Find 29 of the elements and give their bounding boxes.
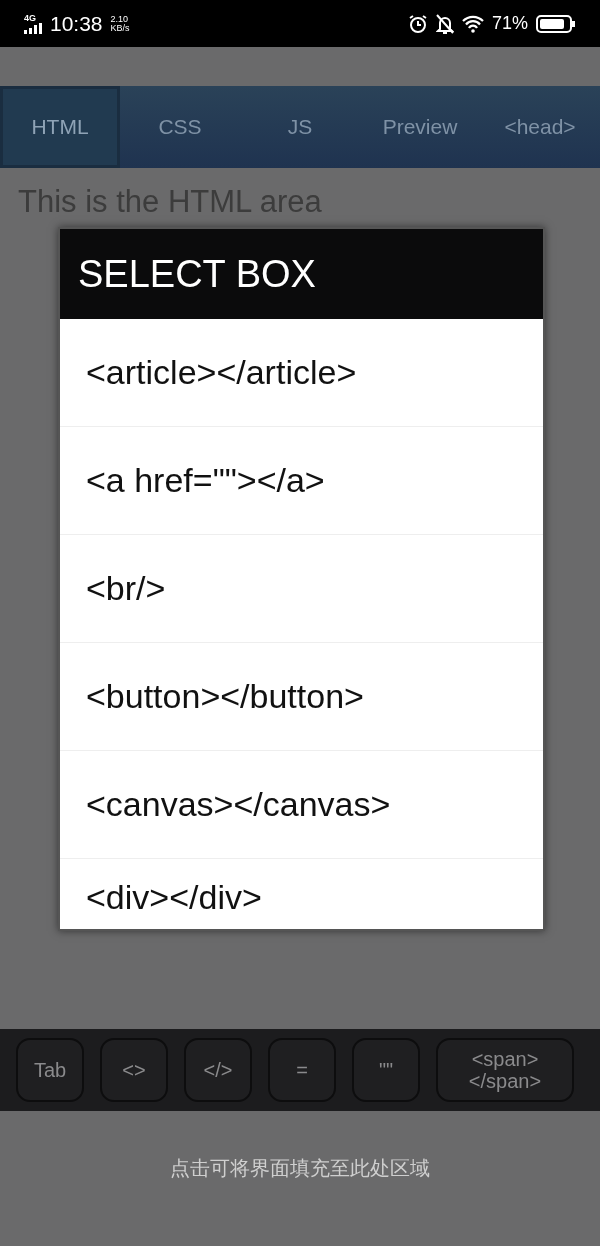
select-option[interactable]: <article></article>: [60, 319, 543, 427]
speed-unit: KB/s: [110, 23, 130, 33]
select-option[interactable]: <canvas></canvas>: [60, 751, 543, 859]
tab[interactable]: Preview: [360, 86, 480, 168]
tab[interactable]: CSS: [120, 86, 240, 168]
wifi-icon: [461, 14, 484, 33]
select-option[interactable]: <button></button>: [60, 643, 543, 751]
select-option[interactable]: <a href=""></a>: [60, 427, 543, 535]
key-button[interactable]: "": [352, 1038, 420, 1102]
select-option[interactable]: <div></div>: [60, 859, 543, 929]
select-option[interactable]: <br/>: [60, 535, 543, 643]
key-button[interactable]: <>: [100, 1038, 168, 1102]
network-type-label: 4G: [24, 13, 36, 23]
network-speed: 2.10: [110, 14, 130, 24]
key-button[interactable]: </>: [184, 1038, 252, 1102]
dialog-title: SELECT BOX: [60, 229, 543, 319]
alarm-icon: [407, 13, 428, 34]
battery-icon: [536, 14, 576, 33]
battery-percent: 71%: [491, 12, 528, 35]
key-button[interactable]: <span></span>: [436, 1038, 574, 1102]
signal-icon: [24, 22, 42, 34]
clock-time: 10:38: [50, 10, 103, 37]
tab[interactable]: JS: [240, 86, 360, 168]
bell-off-icon: [435, 13, 454, 34]
fill-hint-text: 点击可将界面填充至此处区域: [169, 1156, 431, 1181]
tab[interactable]: <head>: [480, 86, 600, 168]
key-button[interactable]: =: [268, 1038, 336, 1102]
tab[interactable]: HTML: [0, 86, 120, 168]
key-button[interactable]: Tab: [16, 1038, 84, 1102]
